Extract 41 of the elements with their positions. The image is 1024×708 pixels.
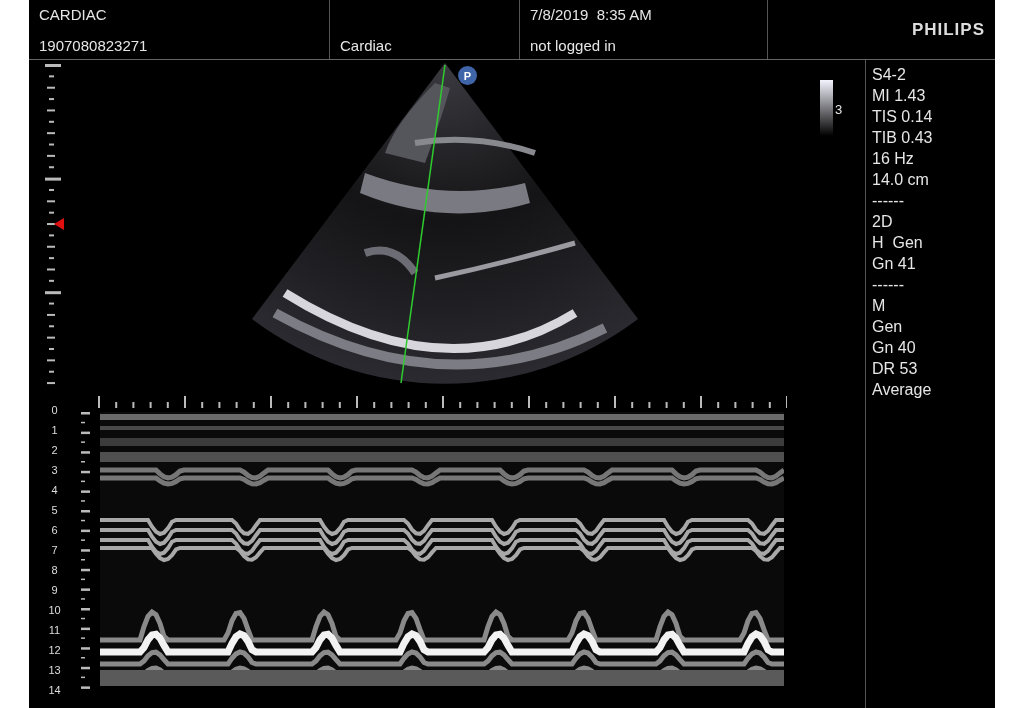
depth-label: 4 [51,483,58,497]
intensity-scale-label: 3 [835,102,843,117]
parameter-text: TIB 0.43 [872,128,934,148]
depth-label: 6 [51,523,58,537]
depth-label: 10 [48,603,61,617]
depth-label: 13 [48,663,61,677]
orientation-marker: P [458,66,477,85]
depth-label: 3 [51,463,58,477]
parameter-text: TIS 0.14 [872,107,934,127]
parameter-text: ------ [872,191,905,211]
depth-label: 5 [51,503,58,517]
intensity-scale-bar [820,80,833,136]
parameter-text: 2D [872,212,894,232]
brand-logo: PHILIPS [911,20,985,40]
exam-type: CARDIAC [39,6,108,23]
depth-label: 0 [51,403,58,417]
depth-label: 1 [51,423,58,437]
depth-label: 12 [48,643,61,657]
parameter-text: S4-2 [872,65,907,85]
depth-label: 2 [51,443,58,457]
depth-label: 9 [51,583,58,597]
depth-label: 11 [48,623,61,637]
parameter-text: MI 1.43 [872,86,927,106]
parameter-text: ------ [872,275,905,295]
parameter-text: 14.0 cm [872,170,930,190]
parameter-text: 16 Hz [872,149,915,169]
parameter-text: Gn 40 [872,338,917,358]
patient-id: 1907080823271 [39,37,149,54]
parameter-text: M [872,296,887,316]
focus-marker-icon [54,218,64,230]
parameter-text: Gen [872,317,904,337]
preset-name: Cardiac [340,37,393,54]
date-time: 7/8/2019 8:35 AM [530,6,653,23]
parameter-text: DR 53 [872,359,919,379]
depth-label: 14 [48,683,61,697]
user-status: not logged in [530,37,617,54]
parameter-text: Average [872,380,933,400]
depth-label: 8 [51,563,58,577]
depth-label: 7 [51,543,58,557]
parameter-text: Gn 41 [872,254,917,274]
parameter-text: H Gen [872,233,924,253]
